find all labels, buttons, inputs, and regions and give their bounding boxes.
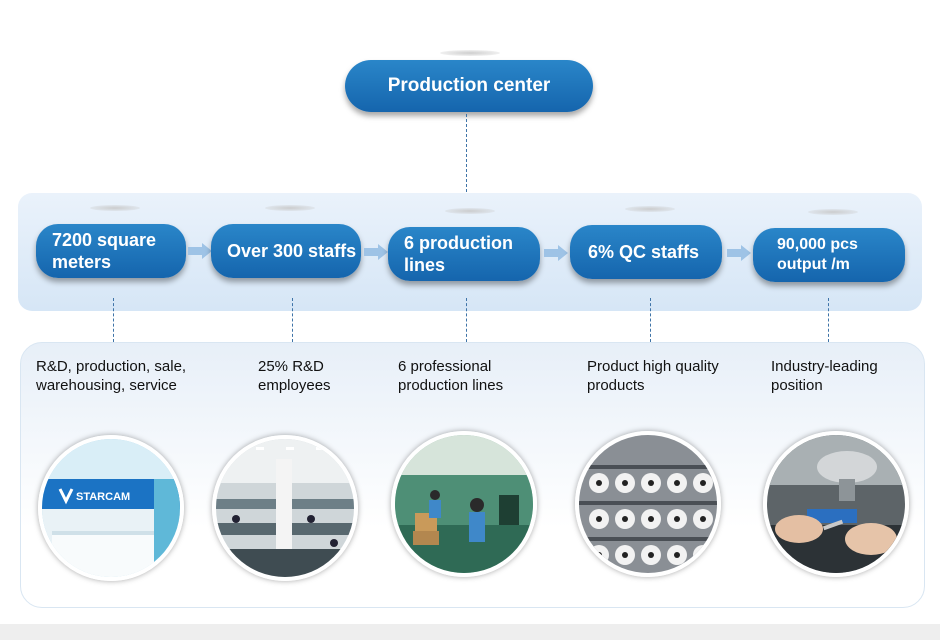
connector-line <box>292 298 293 342</box>
stat-lines: 6 production lines <box>388 227 540 281</box>
connector-line <box>466 114 467 192</box>
description-text: R&D, production, sale, warehousing, serv… <box>36 358 187 394</box>
office-workspace-photo <box>212 435 358 581</box>
stat-area: 7200 square meters <box>36 224 186 278</box>
stat-staff: Over 300 staffs <box>211 224 361 278</box>
stat-output: 90,000 pcs output /m <box>753 228 905 282</box>
assembly-line-photo <box>391 431 537 577</box>
starcam-logo-text: STARCAM <box>76 491 130 503</box>
stat-qc: 6% QC staffs <box>570 225 722 279</box>
production-center-title: Production center <box>387 75 551 96</box>
connector-line <box>466 298 467 342</box>
microscope-inspection-photo <box>763 431 909 577</box>
footer-bar <box>0 624 940 640</box>
stat-output-label: 90,000 pcs output /m <box>777 236 858 273</box>
connector-line <box>828 298 829 342</box>
description-text: Product high quality products <box>587 358 719 394</box>
office-reception-photo: STARCAM <box>38 435 184 581</box>
stat-qc-label: 6% QC staffs <box>588 242 700 262</box>
connector-line <box>113 298 114 342</box>
description-text: Industry-leading position <box>771 358 878 394</box>
stat-area-label: 7200 square meters <box>52 230 157 272</box>
camera-products-photo <box>575 431 721 577</box>
stat-staff-label: Over 300 staffs <box>227 241 357 261</box>
connector-line <box>650 298 651 342</box>
production-center-node: Production center <box>345 60 593 112</box>
description-text: 25% R&D employees <box>258 358 331 394</box>
description-text: 6 professional production lines <box>398 358 504 394</box>
stat-lines-label: 6 production lines <box>404 233 513 275</box>
